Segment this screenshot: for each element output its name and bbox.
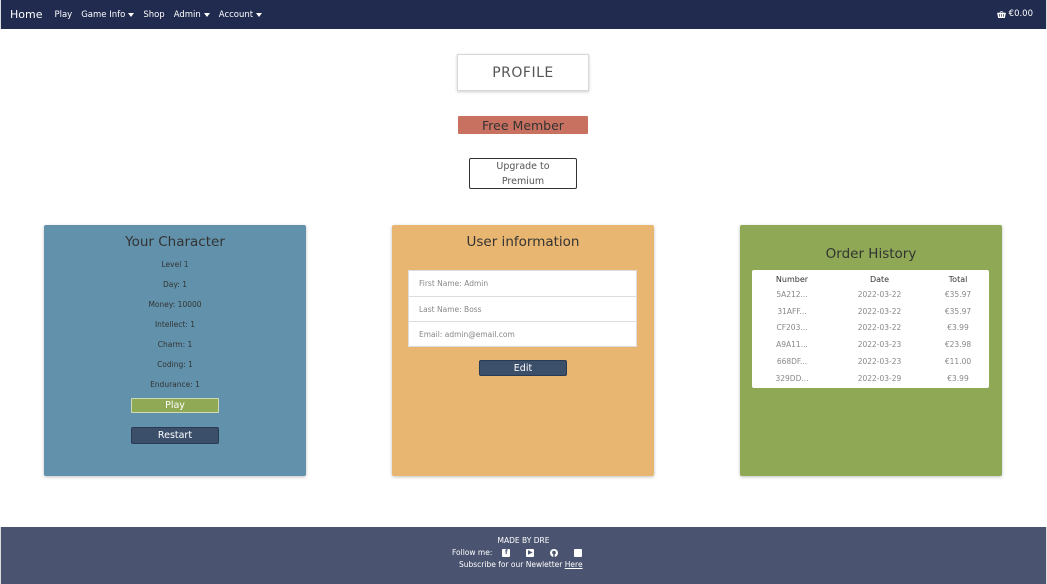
footer-newsletter: Subscribe for our Newletter Here xyxy=(459,560,583,569)
facebook-icon[interactable]: f xyxy=(502,548,511,557)
order-date: 2022-03-22 xyxy=(857,306,902,316)
footer: MADE BY DRE Follow me: f ▶ Subscribe for… xyxy=(0,527,1047,584)
order-total: €3.99 xyxy=(947,373,969,383)
upgrade-premium-button[interactable]: Upgrade to Premium xyxy=(469,158,577,189)
nav-admin-dropdown[interactable]: Admin xyxy=(174,10,210,20)
instagram-icon[interactable] xyxy=(574,548,583,557)
last-name-field: Last Name: Boss xyxy=(409,296,636,321)
order-number[interactable]: CF203... xyxy=(752,320,832,337)
column-header-number: Number xyxy=(775,274,809,284)
stat-intellect: Intellect: 1 xyxy=(154,320,196,329)
chevron-down-icon xyxy=(128,12,135,17)
chevron-down-icon xyxy=(256,12,263,17)
order-total: €23.98 xyxy=(944,340,972,350)
stat-level: Level 1 xyxy=(161,260,189,269)
github-icon[interactable] xyxy=(550,548,559,557)
upgrade-label-line2: Premium xyxy=(501,175,545,187)
character-card-title: Your Character xyxy=(125,234,225,250)
order-number[interactable]: 668DF... xyxy=(752,353,832,370)
nav-admin-label: Admin xyxy=(173,9,201,20)
nav-game-info-label: Game Info xyxy=(81,9,126,20)
restart-button[interactable]: Restart xyxy=(131,427,219,444)
stat-coding: Coding: 1 xyxy=(157,360,193,369)
order-history-table: Number Date Total 5A212... 2022-03-22 €35.… xyxy=(752,270,989,388)
nav-account-dropdown[interactable]: Account xyxy=(218,9,263,20)
table-row[interactable]: A9A11... 2022-03-23 €23.98 xyxy=(752,336,989,353)
character-card: Your Character Level 1 Day: 1 Money: 100… xyxy=(44,225,306,476)
order-date: 2022-03-23 xyxy=(857,340,902,350)
nav-shop-link[interactable]: Shop xyxy=(143,10,164,20)
follow-label: Follow me: xyxy=(452,548,493,557)
order-number[interactable]: A9A11... xyxy=(752,336,832,353)
cart-total: €0.00 xyxy=(1008,9,1033,19)
nav-game-info-dropdown[interactable]: Game Info xyxy=(81,9,135,20)
nav-play-link[interactable]: Play xyxy=(54,10,72,20)
order-total: €35.97 xyxy=(944,306,972,316)
user-info-card: User information First Name: Admin Last … xyxy=(392,225,654,476)
table-row[interactable]: 31AFF... 2022-03-22 €35.97 xyxy=(752,303,989,320)
order-date: 2022-03-23 xyxy=(857,357,902,367)
order-total: €35.97 xyxy=(944,289,972,299)
cart-link[interactable]: €0.00 xyxy=(996,9,1033,19)
newsletter-text: Subscribe for our Newletter xyxy=(459,560,563,569)
table-row[interactable]: CF203... 2022-03-22 €3.99 xyxy=(752,320,989,337)
chevron-down-icon xyxy=(203,12,210,17)
membership-badge: Free Member xyxy=(458,116,588,134)
order-history-card: Order History Number Date Total 5A212...… xyxy=(740,225,1002,476)
stat-money: Money: 10000 xyxy=(148,300,202,309)
order-number[interactable]: 5A212... xyxy=(752,286,832,303)
upgrade-label-line1: Upgrade to xyxy=(496,160,550,172)
order-number[interactable]: 31AFF... xyxy=(752,303,832,320)
shopping-basket-icon xyxy=(996,10,1006,18)
order-total: €3.99 xyxy=(947,323,969,333)
table-header-row: Number Date Total xyxy=(752,270,989,286)
email-field: Email: admin@email.com xyxy=(409,321,636,346)
order-date: 2022-03-22 xyxy=(857,289,902,299)
table-row[interactable]: 329DD... 2022-03-29 €3.99 xyxy=(752,370,989,387)
first-name-field: First Name: Admin xyxy=(419,279,489,288)
stat-endurance: Endurance: 1 xyxy=(150,380,200,389)
order-total: €11.00 xyxy=(944,357,972,367)
footer-social: Follow me: f ▶ xyxy=(452,548,583,557)
order-history-card-title: Order History xyxy=(825,246,917,262)
order-number[interactable]: 329DD... xyxy=(752,370,832,387)
youtube-icon[interactable]: ▶ xyxy=(526,548,535,557)
top-navbar: Home Play Game Info Shop Admin Account €… xyxy=(0,0,1047,29)
nav-play-label: Play xyxy=(54,9,73,20)
footer-credit: MADE BY DRE xyxy=(497,536,550,545)
play-button[interactable]: Play xyxy=(131,398,219,413)
stat-charm: Charm: 1 xyxy=(157,340,193,349)
user-info-list: First Name: Admin Last Name: Boss Email:… xyxy=(408,270,637,347)
nav-account-label: Account xyxy=(218,9,254,20)
column-header-date: Date xyxy=(869,274,890,284)
newsletter-link[interactable]: Here xyxy=(565,560,583,569)
stat-day: Day: 1 xyxy=(163,280,187,289)
nav-home-link[interactable]: Home xyxy=(10,8,42,21)
column-header-total: Total xyxy=(948,274,968,284)
table-row[interactable]: 668DF... 2022-03-23 €11.00 xyxy=(752,353,989,370)
page-title: PROFILE xyxy=(457,54,589,91)
user-info-card-title: User information xyxy=(466,234,580,250)
nav-shop-label: Shop xyxy=(143,9,165,20)
order-date: 2022-03-29 xyxy=(857,373,902,383)
order-date: 2022-03-22 xyxy=(857,323,902,333)
table-row[interactable]: 5A212... 2022-03-22 €35.97 xyxy=(752,286,989,303)
edit-button[interactable]: Edit xyxy=(479,360,567,376)
